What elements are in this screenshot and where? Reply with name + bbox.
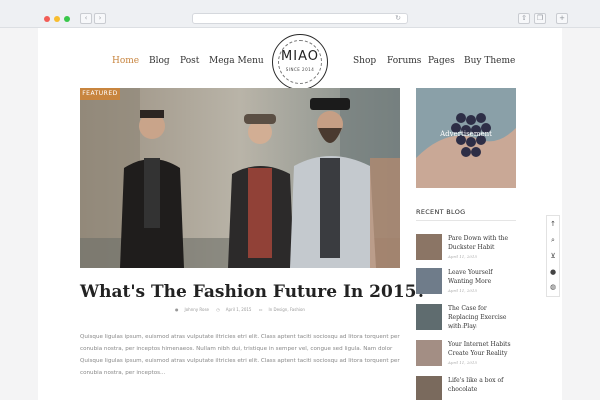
meta-category-icon: ▭ <box>258 307 263 312</box>
meta-author-icon: ● <box>175 307 179 312</box>
browser-chrome: ‹ › ↻ ⇧ ❐ + <box>0 0 600 28</box>
tabs-icon[interactable]: ❐ <box>534 13 546 24</box>
advertisement[interactable]: Advertisement <box>416 88 516 188</box>
recent-post-thumbnail[interactable] <box>416 304 442 330</box>
site-logo[interactable]: MIAO SINCE 2014 <box>272 34 328 90</box>
nav-post[interactable]: Post <box>180 56 199 66</box>
user-icon[interactable]: ● <box>547 268 559 276</box>
post-title[interactable]: What's The Fashion Future In 2015? <box>80 282 426 302</box>
new-tab-icon[interactable]: + <box>556 13 568 24</box>
globe-icon[interactable]: ◍ <box>547 283 559 291</box>
logo-subtext: SINCE 2014 <box>285 67 315 72</box>
arrow-up-icon[interactable]: ↑ <box>547 220 559 228</box>
featured-post-image[interactable] <box>80 88 400 268</box>
recent-post-date: April 11, 2015 <box>448 288 478 293</box>
meta-date: April 1, 2015 <box>225 307 252 312</box>
meta-author[interactable]: Johnny Rose <box>185 307 209 312</box>
nav-forums[interactable]: Forums <box>387 56 421 66</box>
post-meta: ● Johnny Rose ◷ April 1, 2015 ▭ In Design, … <box>80 307 400 312</box>
recent-post-item[interactable]: Life's like a box of chocolate <box>416 376 516 400</box>
page-margin-left <box>0 28 38 400</box>
recent-post-title[interactable]: Pare Down with the Duckster Habit <box>448 234 518 252</box>
reload-icon[interactable]: ↻ <box>395 14 401 23</box>
post-excerpt: Quisque ligulas ipsum, euismod atras vul… <box>80 334 400 376</box>
share-icon[interactable]: ⇧ <box>518 13 530 24</box>
recent-post-item[interactable]: Pare Down with the Duckster Habit April … <box>416 234 516 264</box>
page-margin-right <box>562 28 600 400</box>
recent-post-item[interactable]: Leave Yourself Wanting More April 11, 20… <box>416 268 516 298</box>
recent-post-thumbnail[interactable] <box>416 340 442 366</box>
recent-post-title[interactable]: Life's like a box of chocolate <box>448 376 518 394</box>
zoom-window-icon[interactable] <box>64 16 70 22</box>
back-icon[interactable]: ‹ <box>80 13 92 24</box>
meta-date-icon: ◷ <box>216 307 220 312</box>
forward-icon[interactable]: › <box>94 13 106 24</box>
close-window-icon[interactable] <box>44 16 50 22</box>
nav-pages[interactable]: Pages <box>428 56 455 66</box>
grapes-image <box>416 88 516 188</box>
recent-post-title[interactable]: Your Internet Habits Create Your Reality <box>448 340 518 358</box>
logo-text: MIAO <box>281 49 319 64</box>
recent-post-date: April 11, 2015 <box>448 254 478 259</box>
divider <box>416 220 516 221</box>
recent-post-title[interactable]: Leave Yourself Wanting More <box>448 268 518 286</box>
cart-icon[interactable]: ⊻ <box>547 252 559 260</box>
recent-post-item[interactable]: Your Internet Habits Create Your Reality… <box>416 340 516 370</box>
floating-toolbar: ↑ ⌕ ⊻ ● ◍ <box>546 215 560 297</box>
recent-post-date: April 11, 2015 <box>448 324 478 329</box>
recent-post-item[interactable]: The Case for Replacing Exercise with Pla… <box>416 304 516 334</box>
ad-label: Advertisement <box>440 130 492 138</box>
nav-home[interactable]: Home <box>112 56 139 66</box>
search-icon[interactable]: ⌕ <box>547 236 559 245</box>
minimize-window-icon[interactable] <box>54 16 60 22</box>
nav-buy-theme[interactable]: Buy Theme <box>464 56 515 66</box>
nav-blog[interactable]: Blog <box>149 56 170 66</box>
hero-photo <box>80 88 400 268</box>
address-bar[interactable]: ↻ <box>192 13 408 24</box>
nav-shop[interactable]: Shop <box>353 56 376 66</box>
recent-post-date: April 11, 2015 <box>448 360 478 365</box>
recent-blog-heading: RECENT BLOG <box>416 208 466 216</box>
featured-badge[interactable]: FEATURED <box>80 88 120 100</box>
recent-post-thumbnail[interactable] <box>416 376 442 400</box>
meta-category[interactable]: In Design, Fashion <box>269 307 305 312</box>
recent-post-thumbnail[interactable] <box>416 234 442 260</box>
recent-post-thumbnail[interactable] <box>416 268 442 294</box>
nav-mega-menu[interactable]: Mega Menu <box>209 56 264 66</box>
